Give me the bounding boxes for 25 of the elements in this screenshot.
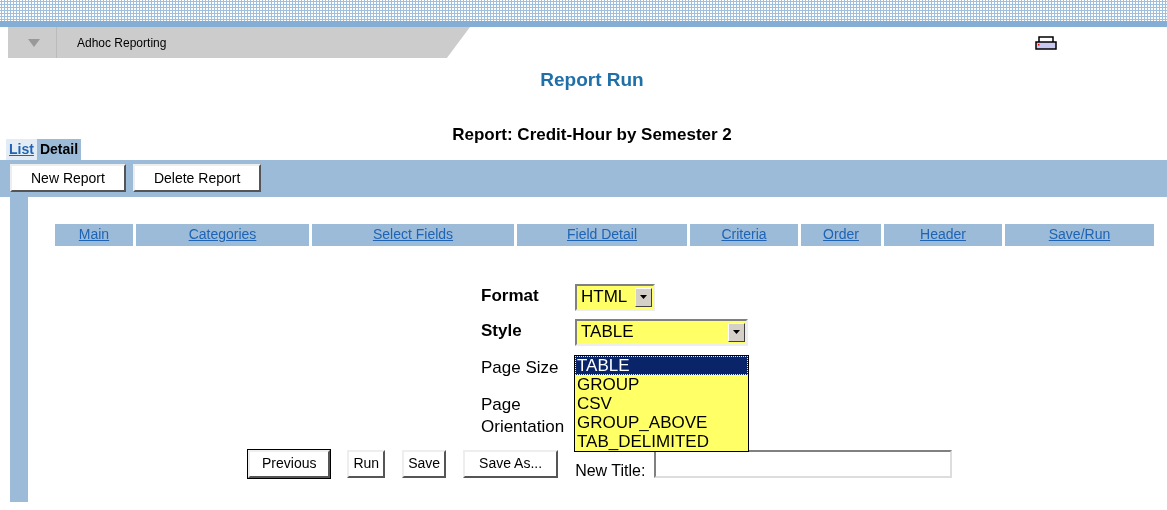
new-title-field[interactable]: [654, 449, 953, 478]
field-label: Page Orientation: [481, 393, 566, 438]
field-label: Style: [481, 319, 523, 342]
dropdown-option[interactable]: TAB_DELIMITED: [575, 431, 748, 451]
action-button[interactable]: Save As...: [463, 449, 559, 478]
tab[interactable]: Detail: [36, 138, 81, 160]
printer-icon[interactable]: [1035, 36, 1057, 50]
tab[interactable]: List: [6, 138, 37, 160]
section-title: Adhoc Reporting: [77, 34, 167, 52]
field-label: Format: [481, 284, 540, 307]
page-title: Report Run: [539, 68, 645, 92]
toolbar-button[interactable]: New Report: [10, 164, 126, 192]
format-select[interactable]: HTML: [575, 283, 655, 311]
report-title: Report: Credit-Hour by Semester 2: [451, 124, 733, 145]
action-button[interactable]: Run: [347, 449, 386, 478]
style-select[interactable]: TABLE: [575, 318, 748, 346]
dropdown-option[interactable]: GROUP_ABOVE: [575, 412, 748, 432]
field-label: Page Size: [481, 356, 560, 379]
action-button[interactable]: Previous: [248, 449, 331, 478]
dropdown-option[interactable]: CSV: [575, 393, 748, 413]
dropdown-option[interactable]: GROUP: [575, 374, 748, 394]
toolbar-button[interactable]: Delete Report: [132, 164, 262, 192]
dropdown-option[interactable]: TABLE: [575, 355, 748, 375]
field-label: New Title:: [575, 461, 646, 480]
action-button[interactable]: Save: [402, 449, 447, 478]
